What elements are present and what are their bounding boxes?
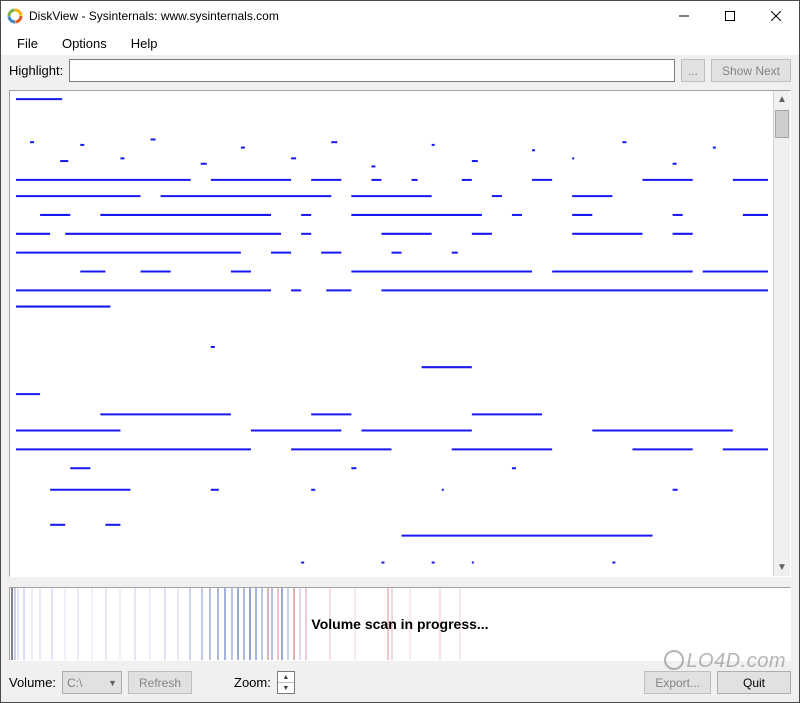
menu-options[interactable]: Options [52,34,117,53]
scroll-down-icon[interactable]: ▼ [774,559,790,576]
menu-file[interactable]: File [7,34,48,53]
cluster-map-panel: ▲ ▼ [9,90,791,577]
highlight-input[interactable] [69,59,675,82]
minimize-icon [679,11,689,21]
menubar: File Options Help [1,31,799,55]
client-area: Highlight: ... Show Next [1,55,799,702]
scroll-thumb[interactable] [775,110,789,138]
volume-label: Volume: [9,675,56,690]
show-next-button[interactable]: Show Next [711,59,791,82]
zoom-label: Zoom: [234,675,271,690]
export-button[interactable]: Export... [644,671,711,694]
quit-button[interactable]: Quit [717,671,791,694]
browse-button[interactable]: ... [681,59,705,82]
window-title: DiskView - Sysinternals: www.sysinternal… [29,9,661,23]
chevron-down-icon: ▼ [108,678,117,688]
titlebar: DiskView - Sysinternals: www.sysinternal… [1,1,799,31]
scroll-up-icon[interactable]: ▲ [774,91,790,108]
bottom-toolbar: Volume: C:\ ▼ Refresh Zoom: ▲ ▼ Export..… [9,671,791,694]
minimize-button[interactable] [661,1,707,31]
window-controls [661,1,799,31]
app-window: DiskView - Sysinternals: www.sysinternal… [0,0,800,703]
maximize-button[interactable] [707,1,753,31]
maximize-icon [725,11,735,21]
highlight-label: Highlight: [9,63,63,78]
scan-status-text: Volume scan in progress... [311,616,488,632]
highlight-row: Highlight: ... Show Next [9,59,791,82]
refresh-button[interactable]: Refresh [128,671,192,694]
close-icon [771,11,781,21]
volume-value: C:\ [67,676,82,690]
volume-density-panel: Volume scan in progress... [9,587,791,661]
volume-select[interactable]: C:\ ▼ [62,671,122,694]
scroll-track[interactable] [774,108,790,559]
zoom-spinner[interactable]: ▲ ▼ [277,671,295,694]
zoom-up-icon[interactable]: ▲ [278,672,294,683]
zoom-down-icon[interactable]: ▼ [278,683,294,693]
app-icon [7,8,23,24]
close-button[interactable] [753,1,799,31]
menu-help[interactable]: Help [121,34,168,53]
cluster-map-scrollbar[interactable]: ▲ ▼ [773,91,790,576]
cluster-map[interactable] [10,91,773,576]
